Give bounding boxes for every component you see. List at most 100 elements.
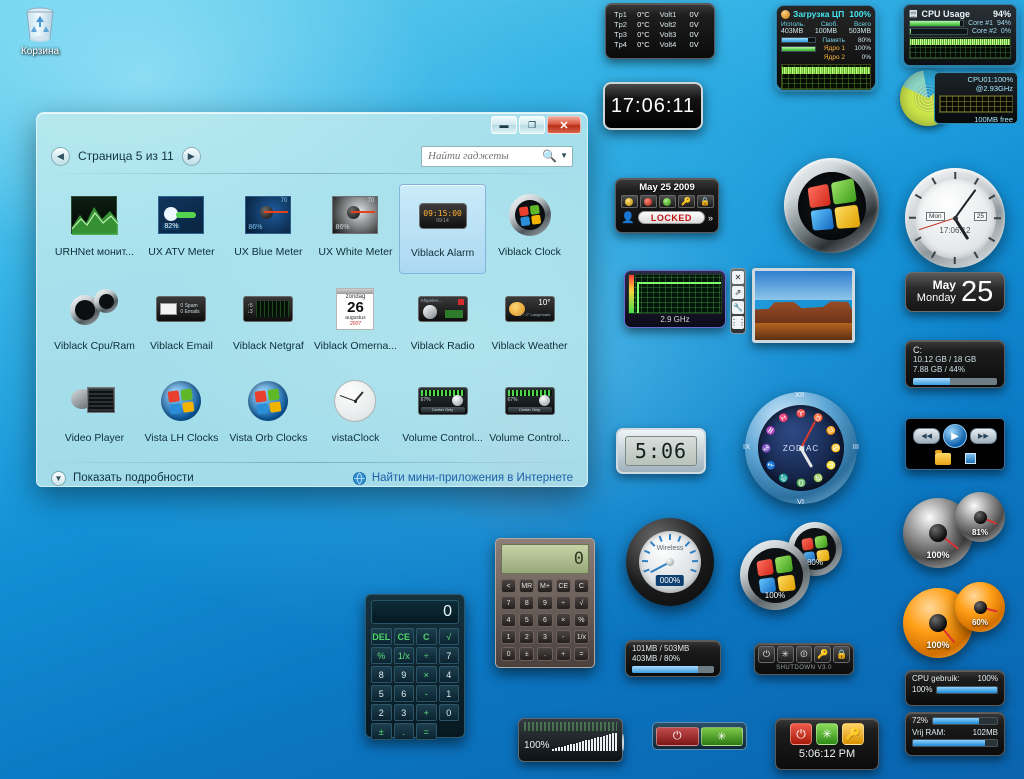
next-button[interactable]: ▶▶	[970, 428, 997, 444]
gadget-power-pair[interactable]: ⏻ ✳	[652, 722, 747, 750]
power-restart-button[interactable]: ✳	[700, 726, 743, 746]
calc-dark-key-=[interactable]: =	[416, 723, 437, 740]
gadget-zodiac-clock[interactable]: ♈♉♊♋♌♍♎♏♐♑♒♓ ZODIAC XII III VI IX	[743, 390, 859, 506]
gadget-item-3[interactable]: 86% 70 UX White Meter	[312, 184, 399, 274]
calc-dark-key-7[interactable]: 7	[438, 647, 459, 664]
volume-knob[interactable]	[622, 734, 624, 751]
locked-btn-red[interactable]	[639, 195, 657, 208]
calc-beige-key-.[interactable]: .	[537, 647, 553, 661]
gadget-shutdown-v3[interactable]: ⏻ ✳ ⏼ 🔑 🔒 SHUTDOWN V3.0	[754, 643, 854, 675]
shutdown-key-2[interactable]: ⏼	[795, 646, 813, 663]
gadget-item-1[interactable]: 82% UX ATV Meter	[138, 184, 225, 274]
calc-beige-key-%[interactable]: %	[573, 613, 589, 627]
next-page-button[interactable]: ▶	[181, 146, 201, 166]
gadget-item-2[interactable]: 86% 70 UX Blue Meter	[225, 184, 312, 274]
gadget-item-11[interactable]: 10° 11°/ 2° Langemark Viblack Weather	[486, 278, 573, 366]
gadget-locked-status[interactable]: May 25 2009 🔑 🔒 👤 LOCKED »	[615, 178, 719, 233]
calc-beige-key-0[interactable]: 0	[501, 647, 517, 661]
gadget-tool-strip[interactable]: ✕ ⇗ 🔧 ⋮⋮	[730, 268, 746, 334]
gadget-analog-clock[interactable]: Mon 25 17:06:12	[905, 168, 1005, 268]
calc-beige-key-<[interactable]: <	[501, 579, 517, 593]
shutdown-key-3[interactable]: 🔑	[814, 646, 832, 663]
stop-icon[interactable]	[964, 453, 976, 464]
gadget-clock-with-power-buttons[interactable]: ⏻ ✳ 🔑 5:06:12 PM	[775, 718, 879, 770]
locked-btn-key[interactable]: 🔑	[677, 195, 695, 208]
calc-beige-key-1[interactable]: 1	[501, 630, 517, 644]
play-button[interactable]: ▶	[943, 424, 967, 448]
gadget-item-10[interactable]: Afspelen... Viblack Radio	[399, 278, 486, 366]
calc-dark-key-3[interactable]: 3	[393, 704, 414, 721]
calc-dark-key-C[interactable]: C	[416, 628, 437, 645]
locked-more-icon[interactable]: »	[708, 213, 713, 223]
gadget-item-17[interactable]: 67% Center Only Volume Control...	[486, 370, 573, 458]
calc-dark-key-2[interactable]: 2	[371, 704, 392, 721]
calc-dark-key-5[interactable]: 5	[371, 685, 392, 702]
gadget-vrij-ram[interactable]: 72% Vrij RAM: 102MB	[905, 712, 1005, 756]
calc-beige-key--[interactable]: -	[555, 630, 571, 644]
calc-beige-key-=[interactable]: =	[573, 647, 589, 661]
gadget-silver-gauge-small[interactable]: 81%	[955, 492, 1005, 542]
gadget-small-digital-clock[interactable]: 5:06	[616, 428, 706, 474]
gadget-cpu-usage[interactable]: ▤ CPU Usage 94% Core #1 94% Core #2 0%	[903, 4, 1017, 66]
gadget-item-16[interactable]: 67% Center Only Volume Control...	[399, 370, 486, 458]
gadget-item-14[interactable]: Vista Orb Clocks	[225, 370, 312, 458]
calc-beige-key-√[interactable]: √	[573, 596, 589, 610]
gadget-media-player[interactable]: ◀◀ ▶ ▶▶	[905, 418, 1005, 470]
previous-button[interactable]: ◀◀	[913, 428, 940, 444]
gadget-orange-gauge-small[interactable]: 60%	[955, 582, 1005, 632]
calc-dark-key-0[interactable]: 0	[438, 704, 459, 721]
locked-btn-green[interactable]	[658, 195, 676, 208]
power-restart-button[interactable]: ✳	[816, 723, 838, 745]
gadget-item-15[interactable]: vistaClock	[312, 370, 399, 458]
gadget-photo-slideshow[interactable]	[752, 268, 855, 343]
expand-icon[interactable]: ⇗	[732, 286, 744, 299]
gadget-item-8[interactable]: ↑5 ↓3 Viblack Netgraf	[225, 278, 312, 366]
gadget-item-4[interactable]: 09:15:00 09:14 Viblack Alarm	[399, 184, 487, 274]
gadget-wireless-signal[interactable]: Wireless 000%	[626, 518, 714, 606]
close-icon[interactable]: ✕	[732, 271, 744, 284]
gadget-calculator-beige[interactable]: 0 < MR M+ CE C 7 8 9 ÷ √ 4 5 6 ×% 1 2 3-1/x 0 ±. + =	[495, 538, 595, 668]
calc-beige-key-C[interactable]: C	[573, 579, 589, 593]
shutdown-key-0[interactable]: ⏻	[758, 646, 775, 663]
calc-beige-key-±[interactable]: ±	[519, 647, 535, 661]
gadget-cpu-frequency-meter[interactable]: 2.9 GHz	[624, 270, 726, 328]
gadget-windows-orb-clock[interactable]	[784, 158, 879, 253]
gadget-item-12[interactable]: Video Player	[51, 370, 138, 458]
calc-beige-key-MR[interactable]: MR	[519, 579, 535, 593]
calc-dark-key-1[interactable]: 1	[438, 685, 459, 702]
gadget-cpu01-disc[interactable]: CPU01:100% @2.93GHz 100MB free	[900, 66, 1018, 128]
calc-beige-key-7[interactable]: 7	[501, 596, 517, 610]
gadget-item-9[interactable]: zondag 26 augustus 2007 Viblack Omerna...	[312, 278, 399, 366]
calc-beige-key-4[interactable]: 4	[501, 613, 517, 627]
calc-dark-key-%[interactable]: %	[371, 647, 392, 664]
online-gadgets-link[interactable]: Найти мини-приложения в Интернете	[352, 471, 573, 485]
close-button[interactable]: ✕	[547, 116, 581, 134]
maximize-button[interactable]: ❐	[519, 116, 545, 134]
calc-beige-key-÷[interactable]: ÷	[555, 596, 571, 610]
calc-beige-key-5[interactable]: 5	[519, 613, 535, 627]
gadget-volume-control[interactable]: 100%	[518, 718, 624, 762]
gadget-temperature-voltage[interactable]: Tp1 0°C Volt1 0V Tp2 0°C Volt2 0V Tp3 0°C …	[605, 3, 715, 59]
orb-meter-large[interactable]: 100%	[740, 540, 810, 610]
search-input[interactable]	[421, 145, 573, 167]
calc-beige-key-9[interactable]: 9	[537, 596, 553, 610]
calc-dark-key-×[interactable]: ×	[416, 666, 437, 683]
shutdown-key-4[interactable]: 🔒	[833, 646, 850, 663]
gadget-big-digital-clock[interactable]: 17:06:11	[603, 82, 703, 130]
settings-wrench-icon[interactable]: 🔧	[732, 301, 744, 314]
gadget-item-0[interactable]: URHNet монит...	[51, 184, 138, 274]
calc-dark-key-DEL[interactable]: DEL	[371, 628, 392, 645]
locked-btn-yellow[interactable]	[620, 195, 638, 208]
calc-beige-key-6[interactable]: 6	[537, 613, 553, 627]
gadget-item-7[interactable]: 0 Spam 0 Emails Viblack Email	[138, 278, 225, 366]
calc-beige-key-1/x[interactable]: 1/x	[573, 630, 589, 644]
calc-beige-key-+[interactable]: +	[555, 647, 571, 661]
calc-beige-key-3[interactable]: 3	[537, 630, 553, 644]
gadget-date-display[interactable]: May Monday 25	[905, 272, 1005, 312]
calc-dark-key-CE[interactable]: CE	[393, 628, 414, 645]
folder-icon[interactable]	[934, 450, 951, 465]
calc-dark-key-√[interactable]: √	[438, 628, 459, 645]
calc-dark-key-1/x[interactable]: 1/x	[393, 647, 414, 664]
calc-beige-key-×[interactable]: ×	[555, 613, 571, 627]
gadget-calculator-dark[interactable]: 0 DEL CE C √% 1/x ÷ 7 8 9 × 4 5 6-1 2 3 +0 ±. =	[365, 594, 465, 740]
